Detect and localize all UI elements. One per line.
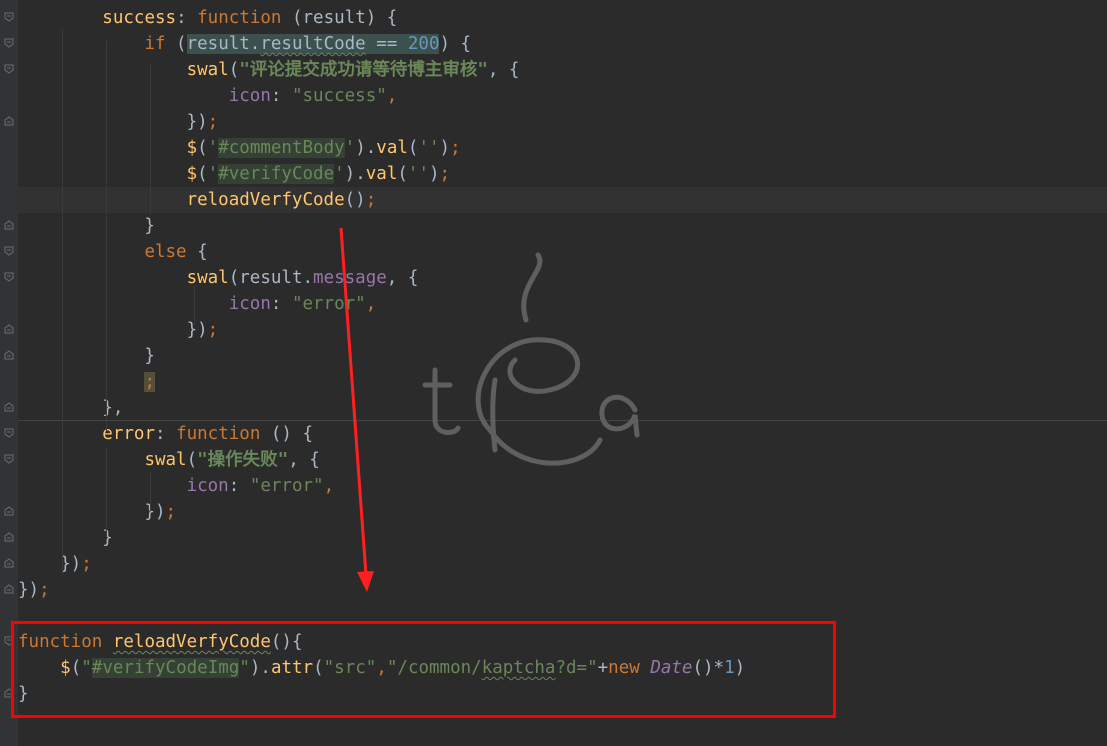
annotation-box [11, 621, 836, 718]
